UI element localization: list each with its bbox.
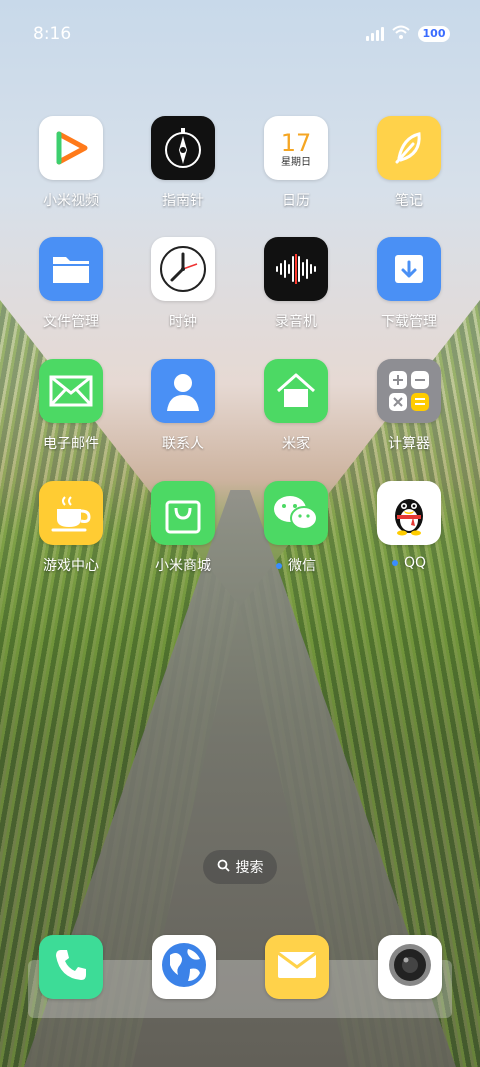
dock-messages-button[interactable] xyxy=(265,935,329,999)
wifi-icon xyxy=(392,24,410,43)
phone-icon xyxy=(52,946,90,988)
download-icon xyxy=(377,237,441,301)
app-label: 电子邮件 xyxy=(43,436,99,452)
app-label: 联系人 xyxy=(162,436,204,452)
wechat-icon xyxy=(264,481,328,545)
app-notes[interactable]: 笔记 xyxy=(353,116,465,210)
notification-dot xyxy=(276,563,282,569)
app-label: 下载管理 xyxy=(381,314,437,330)
compass-icon xyxy=(151,116,215,180)
app-contacts[interactable]: 联系人 xyxy=(127,359,239,453)
app-mi-store[interactable]: 小米商城 xyxy=(127,481,239,575)
contact-icon xyxy=(151,359,215,423)
calendar-weekday: 星期日 xyxy=(281,157,311,168)
waveform-icon xyxy=(264,237,328,301)
app-calculator[interactable]: 计算器 xyxy=(353,359,465,453)
status-time: 8:16 xyxy=(33,24,72,44)
app-label: 指南针 xyxy=(162,193,204,209)
dock-camera-button[interactable] xyxy=(378,935,442,999)
camera-icon xyxy=(386,941,434,993)
search-icon xyxy=(217,859,230,876)
app-download-manager[interactable]: 下载管理 xyxy=(353,237,465,331)
mail-icon xyxy=(39,359,103,423)
calendar-day: 17 xyxy=(280,129,312,157)
app-recorder[interactable]: 录音机 xyxy=(240,237,352,331)
app-label: 游戏中心 xyxy=(43,558,99,574)
dock-browser-button[interactable] xyxy=(152,935,216,999)
app-label: 文件管理 xyxy=(43,314,99,330)
app-label: 小米视频 xyxy=(43,193,99,209)
app-email[interactable]: 电子邮件 xyxy=(15,359,127,453)
app-file-manager[interactable]: 文件管理 xyxy=(15,237,127,331)
home-icon xyxy=(264,359,328,423)
app-label: QQ xyxy=(353,555,465,571)
app-label: 米家 xyxy=(282,436,310,452)
envelope-icon xyxy=(276,950,318,984)
battery-icon: 100 xyxy=(418,25,450,42)
status-icons: 100 xyxy=(366,24,450,43)
app-label: 日历 xyxy=(282,193,310,209)
feather-icon xyxy=(377,116,441,180)
app-label: 笔记 xyxy=(395,193,423,209)
app-game-center[interactable]: 游戏中心 xyxy=(15,481,127,575)
globe-icon xyxy=(160,941,208,993)
qq-penguin-icon xyxy=(377,481,441,545)
status-bar: 8:16 100 xyxy=(0,0,480,68)
calendar-icon: 17 星期日 xyxy=(264,116,328,180)
cup-icon xyxy=(39,481,103,545)
app-mijia[interactable]: 米家 xyxy=(240,359,352,453)
clock-icon xyxy=(151,237,215,301)
app-label: 小米商城 xyxy=(155,558,211,574)
folder-icon xyxy=(39,237,103,301)
shopping-bag-icon xyxy=(151,481,215,545)
app-calendar[interactable]: 17 星期日 日历 xyxy=(240,116,352,210)
app-label: 计算器 xyxy=(388,436,430,452)
app-compass[interactable]: 指南针 xyxy=(127,116,239,210)
app-xiaomi-video[interactable]: 小米视频 xyxy=(15,116,127,210)
dock-phone-button[interactable] xyxy=(39,935,103,999)
app-wechat[interactable]: 微信 xyxy=(240,481,352,575)
app-label: 微信 xyxy=(240,555,352,575)
search-label: 搜索 xyxy=(235,860,264,876)
app-label: 录音机 xyxy=(275,314,317,330)
search-button[interactable]: 搜索 xyxy=(203,850,277,884)
calculator-icon xyxy=(377,359,441,423)
app-clock[interactable]: 时钟 xyxy=(127,237,239,331)
play-icon xyxy=(39,116,103,180)
notification-dot xyxy=(391,560,398,566)
app-label: 时钟 xyxy=(169,314,197,330)
app-qq[interactable]: QQ xyxy=(353,481,465,571)
signal-icon xyxy=(366,26,384,41)
